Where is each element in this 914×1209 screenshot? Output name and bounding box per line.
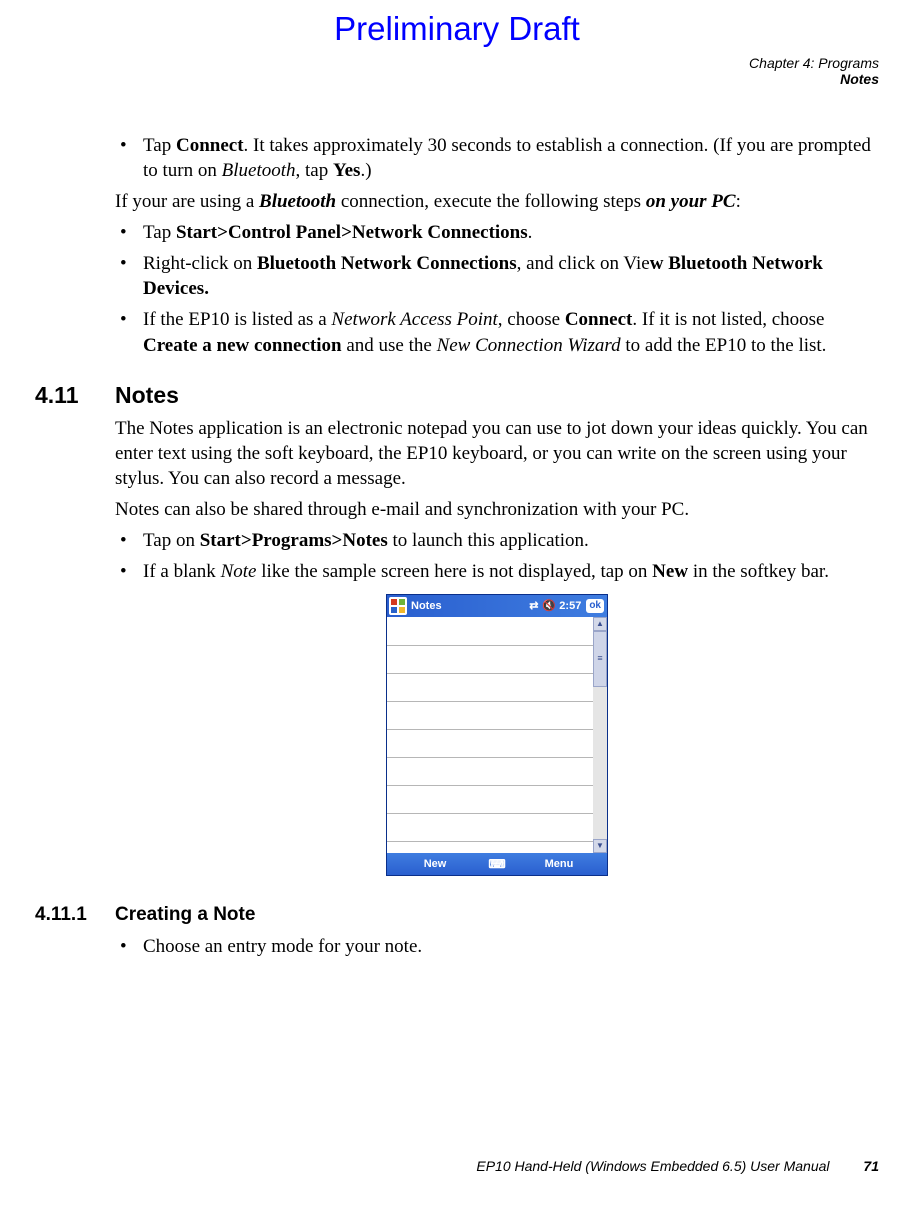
list-item: Tap on Start>Programs>Notes to launch th… — [115, 528, 879, 553]
ok-button[interactable]: ok — [586, 599, 604, 613]
list-item: Tap Connect. It takes approximately 30 s… — [115, 133, 879, 183]
page-footer: EP10 Hand-Held (Windows Embedded 6.5) Us… — [35, 1158, 879, 1174]
scroll-thumb[interactable] — [593, 631, 607, 687]
list-item: Choose an entry mode for your note. — [115, 934, 879, 959]
page-content: Tap Connect. It takes approximately 30 s… — [115, 133, 879, 959]
scroll-up-button[interactable]: ▲ — [593, 617, 607, 631]
keyboard-icon[interactable]: ⌨ — [483, 857, 511, 873]
page-number: 71 — [863, 1158, 879, 1174]
section-heading-4-11: 4.11Notes — [35, 380, 879, 410]
start-icon[interactable] — [389, 597, 407, 615]
notes-app-window: Notes ⇄ 🔇 2:57 ok — [386, 594, 608, 876]
chapter-header: Chapter 4: Programs Notes — [749, 55, 879, 87]
paragraph: If your are using a Bluetooth connection… — [115, 189, 879, 214]
volume-icon[interactable]: 🔇 — [541, 599, 556, 614]
chapter-title: Chapter 4: Programs — [749, 55, 879, 71]
softkey-menu[interactable]: Menu — [511, 857, 607, 872]
title-bar: Notes ⇄ 🔇 2:57 ok — [387, 595, 607, 617]
softkey-bar: New ⌨ Menu — [387, 853, 607, 875]
section-heading-4-11-1: 4.11.1Creating a Note — [35, 902, 879, 927]
scroll-down-button[interactable]: ▼ — [593, 839, 607, 853]
scroll-track[interactable] — [593, 687, 607, 839]
paragraph: Notes can also be shared through e-mail … — [115, 497, 879, 522]
clock: 2:57 — [559, 599, 581, 614]
app-title: Notes — [411, 599, 442, 614]
preliminary-draft-watermark: Preliminary Draft — [35, 10, 879, 48]
paragraph: The Notes application is an electronic n… — [115, 416, 879, 491]
list-item: Right-click on Bluetooth Network Connect… — [115, 251, 879, 301]
connectivity-icon[interactable]: ⇄ — [526, 599, 541, 614]
document-title: EP10 Hand-Held (Windows Embedded 6.5) Us… — [476, 1158, 829, 1174]
note-canvas[interactable] — [387, 617, 593, 853]
section-title-header: Notes — [749, 71, 879, 87]
list-item: Tap Start>Control Panel>Network Connecti… — [115, 220, 879, 245]
device-screenshot: Notes ⇄ 🔇 2:57 ok — [115, 594, 879, 876]
scrollbar[interactable]: ▲ ▼ — [593, 617, 607, 853]
softkey-new[interactable]: New — [387, 857, 483, 872]
list-item: If a blank Note like the sample screen h… — [115, 559, 879, 584]
list-item: If the EP10 is listed as a Network Acces… — [115, 307, 879, 357]
